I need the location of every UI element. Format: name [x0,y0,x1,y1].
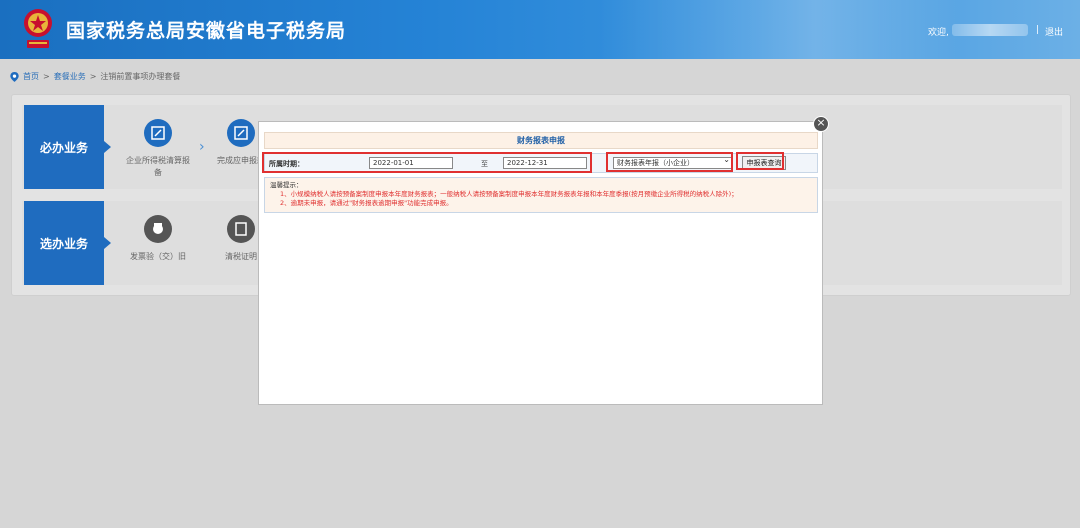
top-header: 国家税务总局安徽省电子税务局 欢迎, | 退出 [0,0,1080,59]
highlight-report-type-box [606,152,733,172]
tip-line: 2、逾期未申报，请通过"财务报表逾期申报"功能完成申报。 [280,199,453,207]
tips-heading: 温馨提示： [270,181,303,189]
username-blurred [952,24,1028,36]
close-icon[interactable]: × [813,116,829,132]
header-separator: | [1036,25,1040,35]
site-title: 国家税务总局安徽省电子税务局 [66,20,347,42]
highlight-period-box [262,152,592,173]
modal-title: 财务报表申报 [264,132,818,149]
highlight-query-button-box [736,152,784,170]
tip-line: 1、小规模纳税人请按预备案制度申报本年度财务报表；一般纳税人请按预备案制度申报本… [280,190,738,198]
tips-box: 温馨提示： 1、小规模纳税人请按预备案制度申报本年度财务报表；一般纳税人请按预备… [264,177,818,213]
tax-emblem-icon [24,9,52,48]
welcome-text: 欢迎, [928,28,949,38]
logout-link[interactable]: 退出 [1045,25,1063,38]
